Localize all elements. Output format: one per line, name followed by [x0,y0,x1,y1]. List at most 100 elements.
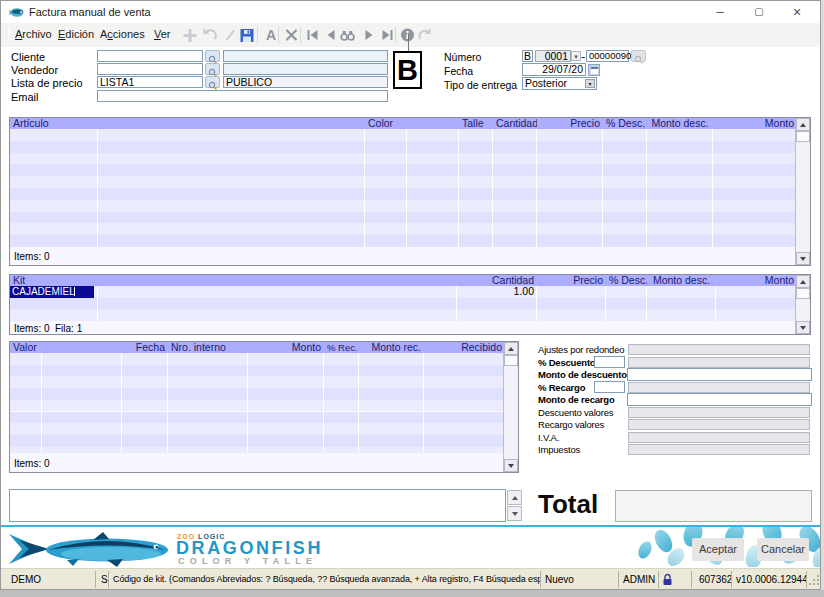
valores-table-row[interactable] [10,388,503,400]
articles-cell [713,176,795,188]
menu-edición[interactable]: Edición [58,28,94,40]
find-icon[interactable] [339,27,356,43]
monto-de-recargo-input[interactable] [627,393,812,406]
valores-scroll-thumb[interactable] [504,355,518,366]
articles-cell [365,212,459,224]
menu-ver[interactable]: Ver [154,28,171,40]
articles-scroll-thumb[interactable] [796,131,810,142]
cancelar-button[interactable]: Cancelar [757,538,809,561]
articles-table-row[interactable] [10,164,795,176]
descuento-input[interactable] [594,356,625,368]
articles-cell [603,200,647,212]
recargo-input[interactable] [594,381,625,393]
nav-last-icon[interactable] [378,27,395,43]
nav-next-icon[interactable] [360,27,377,43]
articles-table-row[interactable] [10,141,795,153]
vendedor-code-input[interactable] [97,63,203,75]
valores-scrollbar[interactable] [503,342,518,472]
articles-table-row[interactable] [10,176,795,188]
cliente-name-field [223,50,388,62]
articles-cell [647,176,713,188]
aceptar-button[interactable]: Aceptar [692,538,744,561]
articles-table-row[interactable] [10,235,795,247]
valores-scroll-down-icon[interactable] [504,459,518,472]
cliente-search-icon[interactable] [205,50,220,62]
valores-table-row[interactable] [10,365,503,377]
kit-table-row[interactable]: 1.00CAJADEMIEL [10,286,795,298]
comment-scroll-up-icon[interactable] [507,490,522,505]
kit-scroll-up-icon[interactable] [796,275,810,288]
kit-scroll-down-icon[interactable] [796,321,810,334]
articles-cell [459,141,493,153]
articles-cell [537,235,603,247]
numero-nro-input[interactable]: 00000090 [586,50,629,62]
nav-prev-icon[interactable] [322,27,339,43]
delete-icon[interactable] [283,27,300,43]
articles-cell [10,176,365,188]
monto-de-descuento-input[interactable] [627,368,812,381]
kit-scrollbar[interactable] [795,275,810,334]
nav-first-icon[interactable] [304,27,321,43]
articles-cell [493,176,537,188]
menu-archivo[interactable]: Archivo [15,28,52,40]
vendedor-name-field [223,63,388,75]
tipo-entrega-dropdown-icon[interactable]: ▾ [585,79,595,88]
font-icon[interactable]: A [262,27,279,43]
kit-selected-cell[interactable]: CAJADEMIEL [10,286,94,298]
articles-scroll-down-icon[interactable] [796,252,810,265]
articles-column-header: Monto desc. [647,118,713,129]
recargo-label: % Recargo [538,382,585,393]
valores-cell [168,400,248,412]
cliente-code-input[interactable] [97,50,203,62]
articles-table-body [10,129,795,247]
fecha-input[interactable]: 29/07/20 [522,63,586,76]
articles-cell [647,212,713,224]
articles-table-row[interactable] [10,153,795,165]
articles-table-row[interactable] [10,129,795,141]
maximize-button[interactable]: ▢ [749,3,769,21]
articles-table-row[interactable] [10,188,795,200]
lista-precio-code-input[interactable]: LISTA1 [97,76,203,88]
forward-icon [416,27,433,43]
vendedor-search-icon[interactable] [205,63,220,75]
valores-table-row[interactable] [10,435,503,447]
kit-scroll-thumb[interactable] [796,288,810,299]
kit-table-row[interactable] [10,298,795,310]
articles-table-row[interactable] [10,212,795,224]
valores-scroll-up-icon[interactable] [504,342,518,355]
valores-table-row[interactable] [10,412,503,424]
numero-serie-input[interactable]: 0001 [535,50,571,62]
valores-cell [122,376,168,388]
status-bar: DEMOSCódigo de kit. (Comandos Abreviados… [1,568,820,589]
articles-scrollbar[interactable] [795,118,810,265]
kit-table-footer: Items: 0Fila: 1 [10,321,795,334]
lista-precio-search-icon[interactable] [205,76,220,88]
articles-cell [713,153,795,165]
numero-serie-dropdown-button[interactable]: ▾ [571,51,581,61]
numero-letter-input[interactable]: B [522,50,533,62]
comment-textarea[interactable] [9,489,506,522]
status-demo: DEMO [3,571,96,588]
save-icon[interactable] [238,27,255,43]
kit-table-row[interactable] [10,309,795,321]
valores-table-row[interactable] [10,400,503,412]
valores-table-row[interactable] [10,423,503,435]
valores-cell [10,400,122,412]
articles-cell [537,129,603,141]
articles-scroll-up-icon[interactable] [796,118,810,131]
articles-cell [603,153,647,165]
minimize-button[interactable]: – [710,3,730,21]
calendar-icon[interactable] [588,64,600,76]
articles-cell [647,223,713,235]
close-button[interactable]: × [787,3,807,21]
articles-table-row[interactable] [10,223,795,235]
valores-table-row[interactable] [10,353,503,365]
menu-acciones[interactable]: Acciones [100,28,145,40]
comment-scroll-down-icon[interactable] [507,506,522,521]
articles-table-row[interactable] [10,200,795,212]
valores-table-row[interactable] [10,376,503,388]
titlebar: Factura manual de venta – ▢ × [1,1,820,23]
status-num: 607362 [692,571,732,588]
email-input[interactable] [97,90,388,102]
valores-cell [424,388,503,400]
